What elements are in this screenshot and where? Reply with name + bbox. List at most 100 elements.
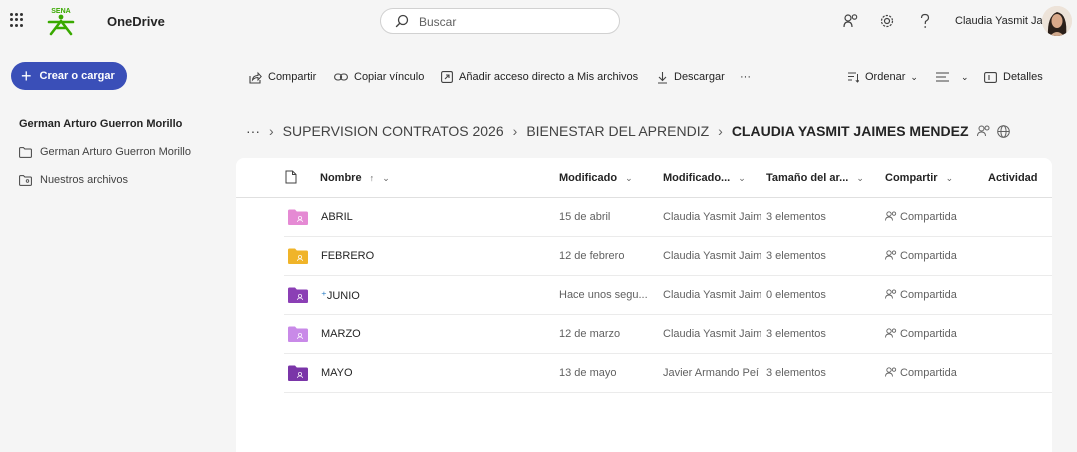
file-size: 3 elementos: [766, 211, 826, 223]
sharing-status[interactable]: Compartida: [885, 328, 985, 340]
sharing-status[interactable]: Compartida: [885, 289, 985, 301]
breadcrumb-separator: ›: [718, 123, 723, 139]
shared-files-icon: [19, 174, 32, 186]
file-list-header: Nombre ↑ ⌄ Modificado ⌄ Modificado... ⌄ …: [236, 158, 1052, 198]
file-name[interactable]: MARZO: [321, 328, 521, 340]
chevron-down-icon: ⌄: [382, 173, 390, 183]
chevron-down-icon: ⌄: [738, 173, 746, 183]
create-button-label: Crear o cargar: [39, 70, 115, 82]
table-row[interactable]: ABRIL 15 de abril Claudia Yasmit Jaim 3 ele…: [284, 198, 1052, 237]
create-or-upload-button[interactable]: + Crear o cargar: [11, 62, 127, 90]
people-icon: [885, 211, 897, 221]
share-button[interactable]: Compartir: [249, 68, 316, 86]
shared-folder-icon: [288, 209, 308, 225]
link-icon: [334, 73, 348, 81]
shared-folder-icon: [288, 248, 308, 264]
modified-by: Claudia Yasmit Jaim: [663, 211, 761, 223]
column-header-sharing[interactable]: Compartir ⌄: [885, 172, 953, 184]
file-name[interactable]: ⁺JUNIO: [321, 289, 521, 302]
copy-link-label: Copiar vínculo: [354, 71, 425, 83]
file-name[interactable]: FEBRERO: [321, 250, 521, 262]
people-icon: [885, 367, 897, 377]
file-list: Nombre ↑ ⌄ Modificado ⌄ Modificado... ⌄ …: [236, 158, 1052, 452]
app-launcher-icon[interactable]: [10, 13, 24, 27]
breadcrumb-item[interactable]: BIENESTAR DEL APRENDIZ: [526, 123, 709, 139]
table-row[interactable]: ⁺JUNIO Hace unos segu... Claudia Yasmit Ja…: [284, 276, 1052, 315]
modified-date: 13 de mayo: [559, 367, 617, 379]
download-button[interactable]: Descargar: [657, 68, 725, 86]
search-input[interactable]: Buscar: [419, 15, 456, 29]
user-name[interactable]: Claudia Yasmit Jai...: [955, 15, 1054, 27]
column-header-activity[interactable]: Actividad: [988, 172, 1038, 184]
file-size: 0 elementos: [766, 289, 826, 301]
sharing-status[interactable]: Compartida: [885, 367, 985, 379]
file-size: 3 elementos: [766, 250, 826, 262]
breadcrumb-separator: ›: [269, 123, 274, 139]
sena-logo[interactable]: SENA: [44, 6, 78, 36]
chevron-down-icon: ⌄: [625, 173, 633, 183]
search-box[interactable]: Buscar: [380, 8, 620, 34]
settings-gear-icon[interactable]: [878, 12, 896, 30]
nav-heading[interactable]: German Arturo Guerron Morillo: [19, 118, 182, 130]
more-commands-button[interactable]: ···: [740, 68, 751, 86]
share-icon: [249, 71, 262, 84]
table-row[interactable]: FEBRERO 12 de febrero Claudia Yasmit Jaim 3…: [284, 237, 1052, 276]
people-icon: [885, 328, 897, 338]
app-title[interactable]: OneDrive: [107, 14, 165, 29]
sharing-status[interactable]: Compartida: [885, 250, 985, 262]
table-row[interactable]: MAYO 13 de mayo Javier Armando Peí 3 elemen…: [284, 354, 1052, 393]
more-icon: ···: [740, 71, 751, 83]
folder-icon: [19, 146, 32, 158]
column-label: Nombre: [320, 172, 362, 184]
breadcrumb-item[interactable]: SUPERVISION CONTRATOS 2026: [283, 123, 504, 139]
avatar[interactable]: [1042, 6, 1072, 36]
breadcrumb-more-button[interactable]: ···: [246, 123, 260, 139]
chevron-down-icon: ⌄: [910, 71, 918, 82]
nav-item-owner-folder[interactable]: German Arturo Guerron Morillo: [19, 143, 191, 161]
share-label: Compartir: [268, 71, 317, 83]
shared-folder-icon: [288, 365, 308, 381]
list-view-icon: [936, 72, 949, 82]
download-label: Descargar: [674, 71, 725, 83]
column-header-modified-by[interactable]: Modificado... ⌄: [663, 172, 746, 184]
file-size: 3 elementos: [766, 367, 826, 379]
modified-date: 15 de abril: [559, 211, 611, 223]
people-icon: [885, 289, 897, 299]
file-name[interactable]: ABRIL: [321, 211, 521, 223]
table-row[interactable]: MARZO 12 de marzo Claudia Yasmit Jaim 3 ele…: [284, 315, 1052, 354]
file-type-icon[interactable]: [285, 170, 297, 184]
breadcrumb-separator: ›: [512, 123, 518, 139]
column-label: Modificado: [559, 172, 618, 184]
modified-date: 12 de febrero: [559, 250, 625, 262]
details-button[interactable]: Detalles: [984, 68, 1043, 86]
shared-folder-icon: [288, 326, 308, 342]
shared-folder-icon: [288, 287, 308, 303]
column-label: Modificado...: [663, 172, 731, 184]
add-shortcut-button[interactable]: Añadir acceso directo a Mis archivos: [441, 68, 638, 86]
chevron-down-icon: ⌄: [856, 173, 864, 183]
sort-icon: [848, 72, 859, 83]
help-question-icon[interactable]: [916, 12, 934, 30]
sort-ascending-icon: ↑: [369, 173, 375, 183]
plus-icon: +: [21, 66, 32, 86]
sharing-status[interactable]: Compartida: [885, 211, 985, 223]
modified-by: Claudia Yasmit Jaim: [663, 328, 761, 340]
column-header-size[interactable]: Tamaño del ar... ⌄: [766, 172, 864, 184]
nav-item-label: Nuestros archivos: [40, 174, 129, 186]
share-people-icon[interactable]: [842, 12, 860, 30]
column-label: Actividad: [988, 172, 1038, 184]
file-name[interactable]: MAYO: [321, 367, 521, 379]
view-options-button[interactable]: ⌄: [936, 68, 969, 86]
nav-item-shared-files[interactable]: Nuestros archivos: [19, 171, 128, 189]
shared-people-icon[interactable]: [976, 125, 991, 137]
nav-item-label: German Arturo Guerron Morillo: [40, 146, 191, 158]
sort-button[interactable]: Ordenar ⌄: [847, 68, 918, 86]
add-shortcut-label: Añadir acceso directo a Mis archivos: [459, 71, 639, 83]
details-pane-icon: [984, 71, 997, 83]
column-header-name[interactable]: Nombre ↑ ⌄: [320, 172, 390, 184]
breadcrumb-current: CLAUDIA YASMIT JAIMES MENDEZ: [731, 123, 969, 139]
svg-text:SENA: SENA: [51, 8, 70, 15]
column-header-modified[interactable]: Modificado ⌄: [559, 172, 633, 184]
globe-icon[interactable]: [996, 124, 1010, 138]
copy-link-button[interactable]: Copiar vínculo: [334, 68, 424, 86]
